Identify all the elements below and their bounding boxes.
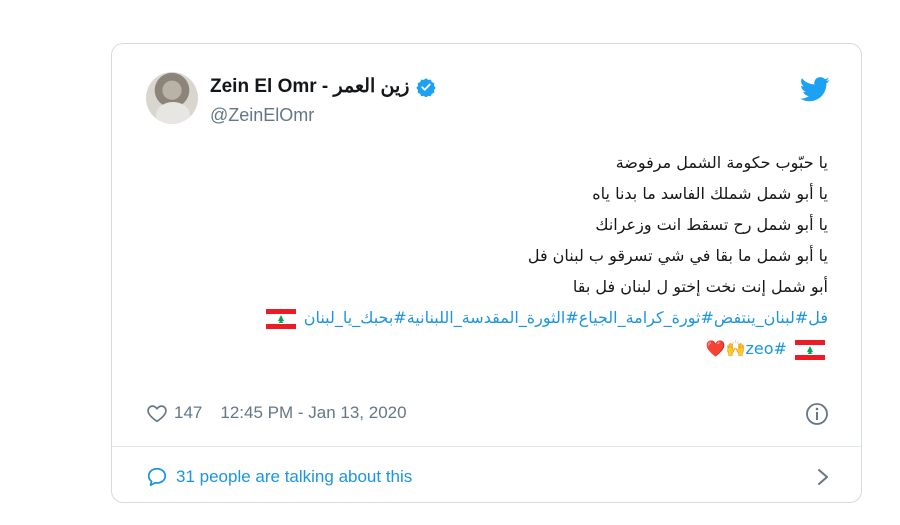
- timestamp[interactable]: 12:45 PM - Jan 13, 2020: [220, 403, 406, 423]
- verified-icon: [416, 77, 437, 97]
- talking-text[interactable]: 31 people are talking about this: [176, 467, 412, 487]
- info-icon[interactable]: [805, 402, 829, 426]
- avatar[interactable]: [146, 72, 198, 124]
- lebanon-flag-icon: [795, 339, 825, 360]
- tweet-meta: 147 12:45 PM - Jan 13, 2020: [146, 402, 407, 424]
- chevron-right-icon[interactable]: [815, 467, 831, 487]
- lebanon-flag-icon: [265, 308, 296, 329]
- handle[interactable]: @ZeinElOmr: [210, 105, 314, 126]
- tweet-line: يا أبو شمل رح تسقط انت وزعرانك: [595, 215, 828, 234]
- talking-about-link[interactable]: 31 people are talking about this: [146, 462, 831, 492]
- talk-icon: [147, 467, 167, 487]
- twitter-icon[interactable]: [800, 77, 830, 102]
- hashtag-zeo[interactable]: #zeo🙌❤️: [706, 339, 787, 358]
- tweet-line: أبو شمل إنت نخت إختو ل لبنان فل بقا: [572, 277, 828, 296]
- heart-icon[interactable]: [146, 402, 168, 424]
- display-name[interactable]: Zein El Omr - زين العمر: [210, 75, 409, 98]
- tweet-text: يا حبّوب حكومة الشمل مرفوضة يا أبو شمل ش…: [158, 147, 828, 364]
- author-row[interactable]: Zein El Omr - زين العمر: [210, 75, 437, 98]
- hashtag-links[interactable]: فل#لبنان_ينتفض#ثورة_كرامة_الجياع#الثورة_…: [304, 308, 828, 327]
- tweet-line: يا حبّوب حكومة الشمل مرفوضة: [615, 153, 828, 172]
- tweet-line: يا أبو شمل ما بقا في شي تسرقو ب لبنان فل: [527, 246, 828, 265]
- tweet-line: يا أبو شمل شملك الفاسد ما بدنا ياه: [592, 184, 828, 203]
- divider: [112, 446, 861, 447]
- hashtags-line-2: #zeo🙌❤️: [158, 333, 828, 364]
- hashtags-line: فل#لبنان_ينتفض#ثورة_كرامة_الجياع#الثورة_…: [158, 302, 828, 333]
- tweet-card[interactable]: Zein El Omr - زين العمر @ZeinElOmr يا حب…: [111, 43, 862, 503]
- likes-count[interactable]: 147: [174, 403, 202, 423]
